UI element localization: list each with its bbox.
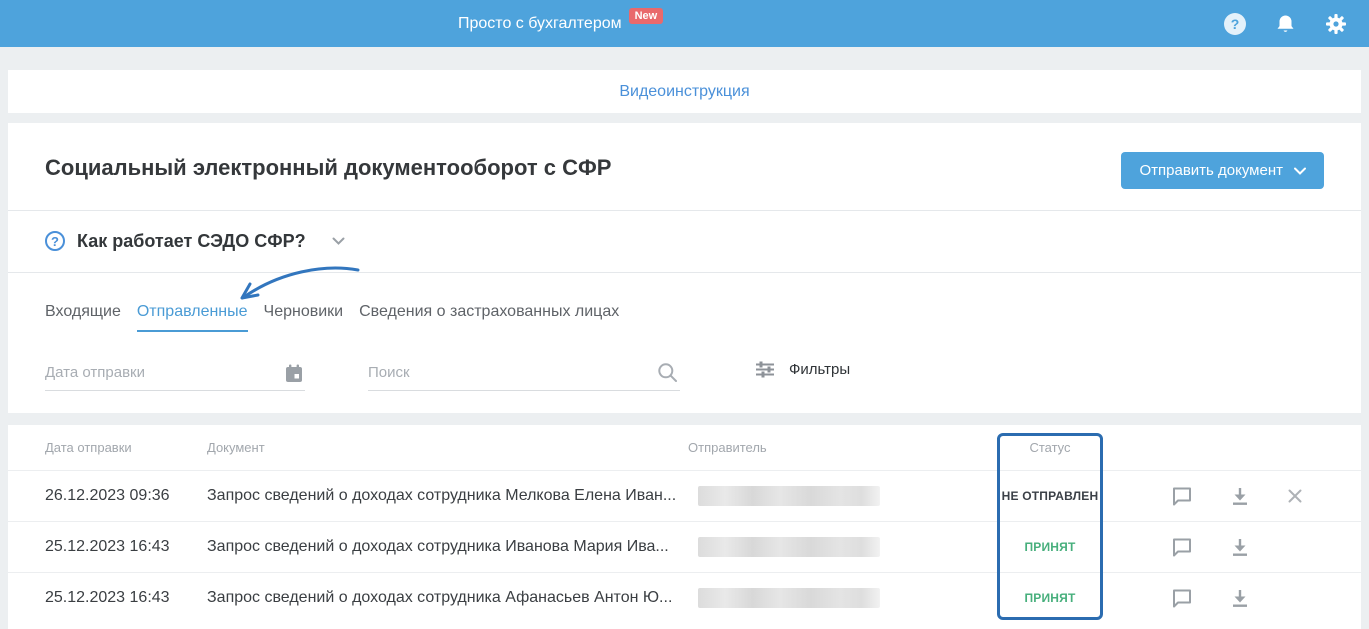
how-it-works-label: Как работает СЭДО СФР? xyxy=(77,230,306,251)
row-status: ПРИНЯТ xyxy=(1024,540,1076,554)
filters-toggle[interactable]: Фильтры xyxy=(756,361,850,378)
help-icon[interactable]: ? xyxy=(1224,12,1246,35)
date-filter-field xyxy=(45,355,305,391)
row-status: ПРИНЯТ xyxy=(1024,591,1076,605)
column-header-sender: Отправитель xyxy=(688,440,767,455)
row-date: 25.12.2023 16:43 xyxy=(45,589,170,606)
how-it-works-toggle[interactable]: ? Как работает СЭДО СФР? xyxy=(45,210,345,272)
row-sender xyxy=(688,537,997,557)
row-sender xyxy=(688,588,997,608)
filters-label: Фильтры xyxy=(789,360,851,378)
column-header-document: Документ xyxy=(207,440,265,455)
new-badge: New xyxy=(628,7,664,24)
search-input[interactable] xyxy=(368,355,680,391)
documents-table: Дата отправки Документ Отправитель Стату… xyxy=(8,425,1361,629)
page-title: Социальный электронный документооборот с… xyxy=(45,155,612,180)
comment-icon[interactable] xyxy=(1171,588,1193,608)
table-row[interactable]: 26.12.2023 09:36 Запрос сведений о дохода… xyxy=(8,470,1361,521)
table-body: 26.12.2023 09:36 Запрос сведений о дохода… xyxy=(8,470,1361,623)
chevron-down-icon xyxy=(332,237,345,246)
search-icon[interactable] xyxy=(657,362,678,383)
chevron-down-icon xyxy=(1294,167,1306,175)
calendar-icon[interactable] xyxy=(285,364,303,383)
row-document: Запрос сведений о доходах сотрудника Ива… xyxy=(207,538,669,555)
row-actions xyxy=(1103,485,1361,507)
table-row[interactable]: 25.12.2023 16:43 Запрос сведений о дохода… xyxy=(8,572,1361,623)
question-circle-icon: ? xyxy=(45,231,65,251)
send-document-label: Отправить документ xyxy=(1139,162,1283,179)
comment-icon[interactable] xyxy=(1171,537,1193,557)
column-header-date: Дата отправки xyxy=(45,440,132,455)
redacted-sender xyxy=(698,537,880,557)
download-icon[interactable] xyxy=(1229,485,1251,507)
bell-icon[interactable] xyxy=(1275,13,1296,35)
tabs: Входящие Отправленные Черновики Сведения о … xyxy=(45,303,619,332)
date-filter-input[interactable] xyxy=(45,355,305,391)
row-actions xyxy=(1103,587,1361,609)
redacted-sender xyxy=(698,486,880,506)
row-document: Запрос сведений о доходах сотрудника Афа… xyxy=(207,589,673,606)
table-row[interactable]: 25.12.2023 16:43 Запрос сведений о дохода… xyxy=(8,521,1361,572)
row-actions xyxy=(1103,536,1361,558)
tab-2[interactable]: Черновики xyxy=(264,303,344,332)
row-sender xyxy=(688,486,997,506)
row-status: НЕ ОТПРАВЛЕН xyxy=(1001,489,1099,503)
app-title: Просто с бухгалтером xyxy=(458,14,622,32)
tab-0[interactable]: Входящие xyxy=(45,303,121,332)
topbar: Просто с бухгалтером New ? xyxy=(0,0,1369,47)
redacted-sender xyxy=(698,588,880,608)
video-instruction-link[interactable]: Видеоинструкция xyxy=(619,83,749,101)
gear-icon[interactable] xyxy=(1325,13,1347,35)
row-date: 26.12.2023 09:36 xyxy=(45,487,170,504)
comment-icon[interactable] xyxy=(1171,486,1193,506)
download-icon[interactable] xyxy=(1229,536,1251,558)
column-header-status: Статус xyxy=(1029,440,1071,455)
table-header-row: Дата отправки Документ Отправитель Стату… xyxy=(8,425,1361,470)
search-field xyxy=(368,355,680,391)
main-card: Социальный электронный документооборот с… xyxy=(8,123,1361,413)
send-document-button[interactable]: Отправить документ xyxy=(1121,152,1324,189)
download-icon[interactable] xyxy=(1229,587,1251,609)
row-date: 25.12.2023 16:43 xyxy=(45,538,170,555)
tune-icon xyxy=(756,361,775,378)
divider xyxy=(8,272,1361,273)
delete-icon[interactable] xyxy=(1287,488,1303,504)
tab-3[interactable]: Сведения о застрахованных лицах xyxy=(359,303,619,332)
video-instruction-bar: Видеоинструкция xyxy=(8,70,1361,113)
row-document: Запрос сведений о доходах сотрудника Мел… xyxy=(207,487,677,504)
topbar-icons: ? xyxy=(1224,0,1347,47)
filter-row: Фильтры xyxy=(45,351,850,391)
app-title-group: Просто с бухгалтером New xyxy=(458,0,664,47)
tab-1[interactable]: Отправленные xyxy=(136,303,248,332)
